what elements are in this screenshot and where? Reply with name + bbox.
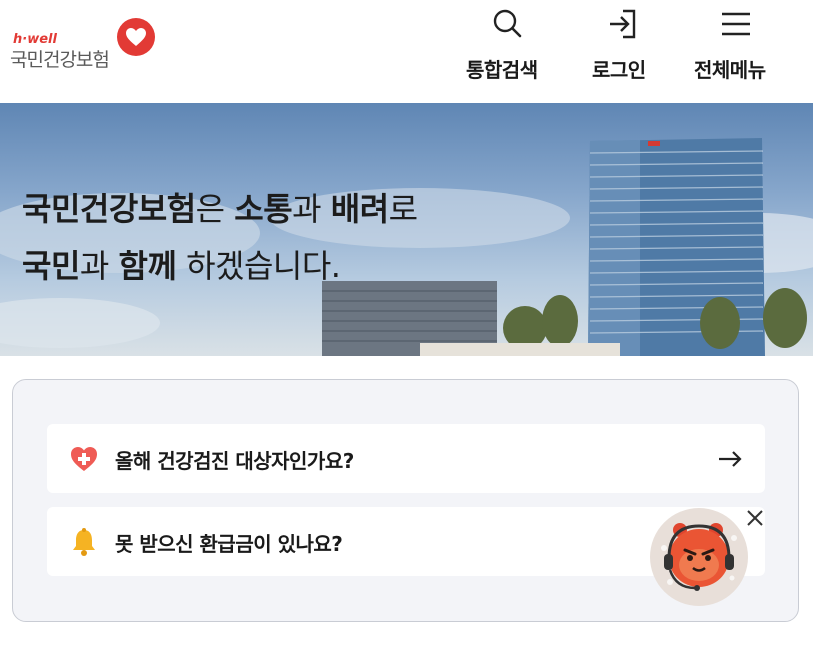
- nav-all-menu-label: 전체메뉴: [694, 58, 766, 82]
- banner-slogan-line2: 국민과 함께 하겠습니다.: [22, 238, 418, 295]
- slogan-particle: 로: [388, 190, 418, 228]
- health-heart-icon: [71, 447, 97, 471]
- login-icon: [610, 9, 636, 39]
- chatbot-mascot-button[interactable]: [650, 508, 748, 606]
- health-checkup-eligibility-link[interactable]: 올해 건강검진 대상자인가요?: [47, 424, 765, 493]
- site-header: h·well 국민건강보험 통합검색 로그인 전체메뉴: [0, 0, 813, 103]
- nav-all-menu-button[interactable]: 전체메뉴: [690, 0, 782, 103]
- banner-slogan: 국민건강보험은 소통과 배려로 국민과 함께 하겠습니다.: [22, 181, 418, 295]
- slogan-ending: 하겠습니다.: [176, 247, 341, 285]
- health-checkup-label: 올해 건강검진 대상자인가요?: [115, 449, 354, 473]
- slogan-together: 함께: [118, 247, 177, 285]
- slogan-consideration: 배려: [330, 190, 389, 228]
- search-icon: [493, 9, 522, 38]
- slogan-nhis: 국민건강보험: [22, 190, 196, 228]
- nav-login-button[interactable]: 로그인: [585, 0, 663, 103]
- nav-login-label: 로그인: [592, 58, 646, 82]
- logo-main-text: 국민건강보험: [10, 49, 110, 71]
- bell-icon: [73, 528, 95, 556]
- hamburger-menu-icon: [722, 12, 750, 36]
- banner-slogan-line1: 국민건강보험은 소통과 배려로: [22, 181, 418, 238]
- chatbot-mascot-icon: [661, 523, 737, 591]
- nhis-logo[interactable]: h·well 국민건강보험: [10, 18, 160, 78]
- nav-search-label: 통합검색: [466, 58, 538, 82]
- hero-banner: 국민건강보험은 소통과 배려로 국민과 함께 하겠습니다.: [0, 103, 813, 356]
- arrow-right-icon: [719, 451, 742, 467]
- quick-links-card: 올해 건강검진 대상자인가요? 못 받으신 환급금이 있나요?: [12, 379, 799, 622]
- logo-heart-icon: [117, 18, 155, 56]
- slogan-communication: 소통: [234, 190, 293, 228]
- unclaimed-refund-label: 못 받으신 환급금이 있나요?: [115, 532, 343, 556]
- slogan-particle: 은: [195, 190, 235, 228]
- close-chatbot-icon[interactable]: [744, 507, 766, 529]
- slogan-particle: 과: [292, 190, 331, 228]
- nav-search-button[interactable]: 통합검색: [462, 0, 554, 103]
- slogan-citizens: 국민: [22, 247, 80, 285]
- slogan-particle: 과: [79, 247, 119, 285]
